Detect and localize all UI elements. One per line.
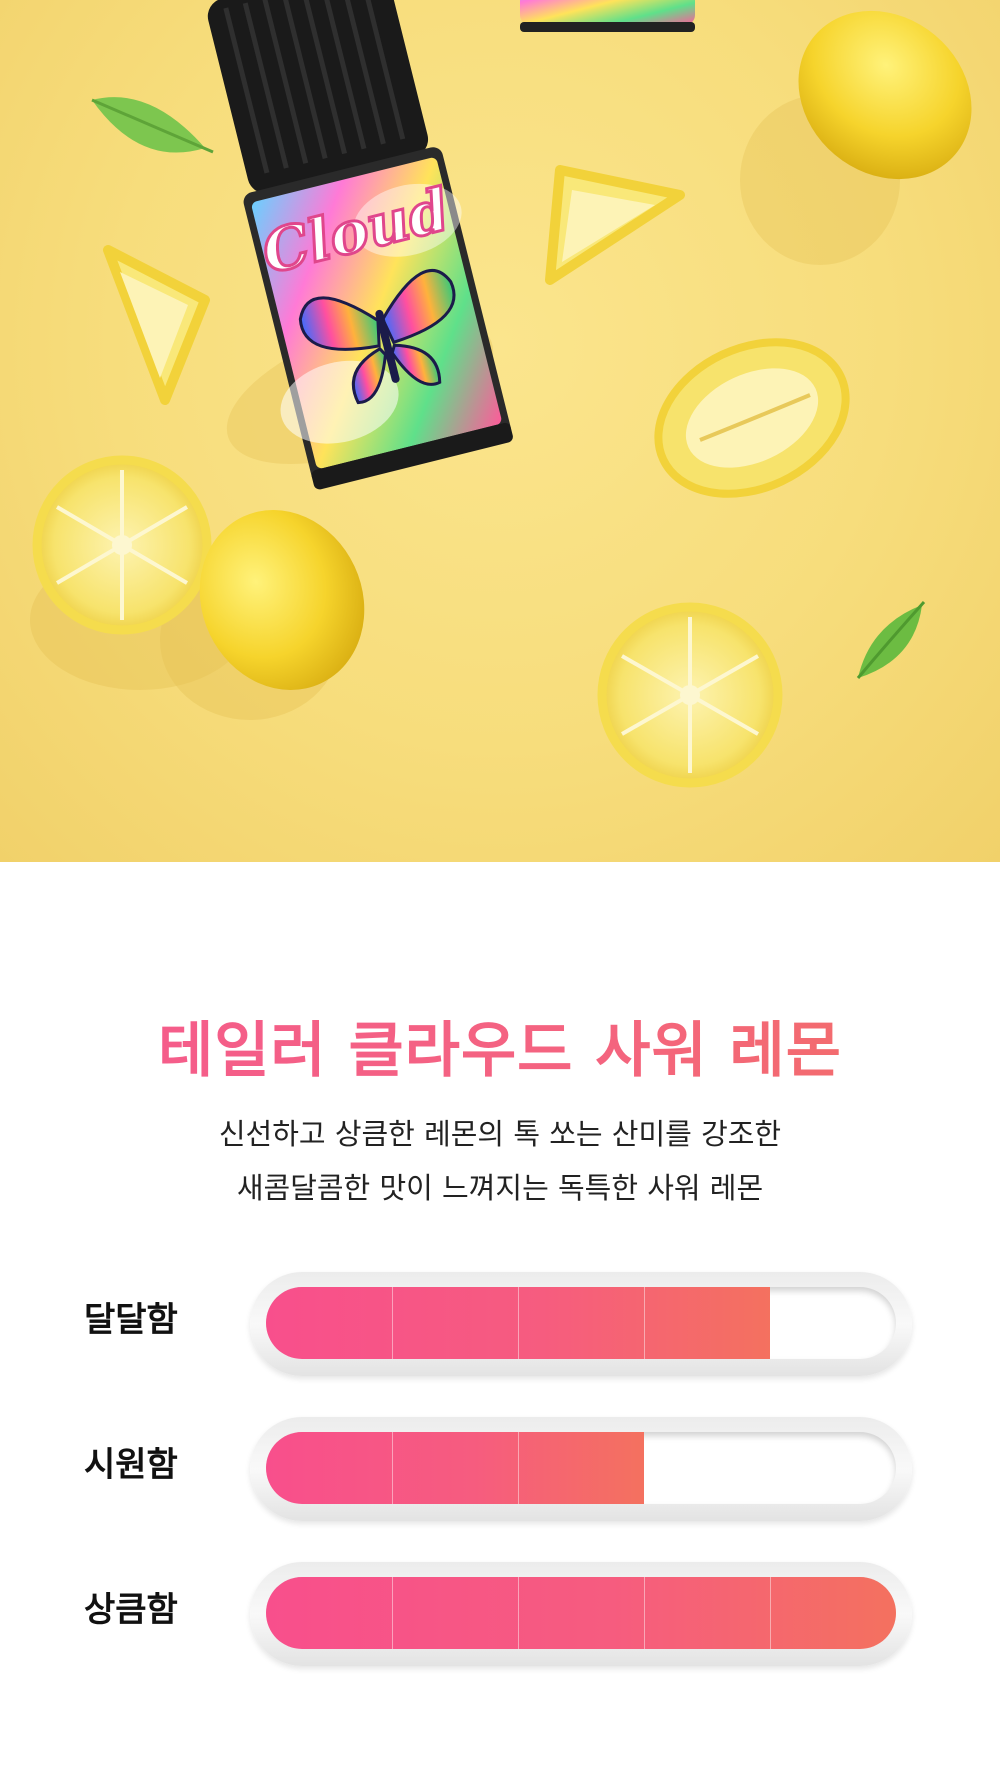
lemon-half-icon (654, 338, 850, 498)
meter-inner (266, 1432, 896, 1504)
meter-segment-divider (644, 1577, 645, 1649)
meter-inner (266, 1287, 896, 1359)
meter-label: 달달함 (84, 1300, 178, 1340)
meter-segment-divider (518, 1577, 519, 1649)
meter-track (250, 1562, 912, 1666)
meter-segment-divider (770, 1577, 771, 1649)
meter-segment-divider (644, 1287, 645, 1359)
meter-track (250, 1417, 912, 1521)
description-line: 신선하고 상큼한 레몬의 톡 쏘는 산미를 강조한 (218, 1117, 782, 1151)
leaf-icon (856, 600, 926, 679)
meter-freshness: 상큼함 (0, 1562, 1000, 1707)
meter-fill (266, 1432, 644, 1504)
meter-label: 시원함 (84, 1445, 178, 1485)
meter-coolness: 시원함 (0, 1417, 1000, 1562)
meter-segment-divider (518, 1287, 519, 1359)
meter-fill (266, 1577, 896, 1649)
taste-meters: 달달함 시원함 상큼함 (0, 1272, 1000, 1707)
lemon-slice-icon (597, 602, 783, 788)
lemon-wedge-icon (103, 245, 210, 405)
product-description: 신선하고 상큼한 레몬의 톡 쏘는 산미를 강조한 새콤달콤한 맛이 느껴지는 … (0, 1107, 1000, 1215)
meter-sweetness: 달달함 (0, 1272, 1000, 1417)
hero-image: Cloud (0, 0, 1000, 862)
description-line: 새콤달콤한 맛이 느껴지는 독특한 사워 레몬 (236, 1171, 764, 1205)
meter-track (250, 1272, 912, 1376)
product-title: 테일러 클라우드 사워 레몬 (0, 1002, 1000, 1089)
meter-segment-divider (392, 1577, 393, 1649)
lemon-wedge-icon (545, 165, 685, 285)
bottle-icon (520, 0, 695, 32)
lemon-slice-icon (32, 455, 212, 635)
hero-illustration: Cloud (30, 0, 972, 788)
leaf-icon (91, 97, 214, 154)
meter-segment-divider (518, 1432, 519, 1504)
meter-segment-divider (392, 1432, 393, 1504)
meter-inner (266, 1577, 896, 1649)
product-info: 테일러 클라우드 사워 레몬 신선하고 상큼한 레몬의 톡 쏘는 산미를 강조한… (0, 862, 1000, 1776)
meter-segment-divider (392, 1287, 393, 1359)
meter-label: 상큼함 (84, 1590, 178, 1630)
